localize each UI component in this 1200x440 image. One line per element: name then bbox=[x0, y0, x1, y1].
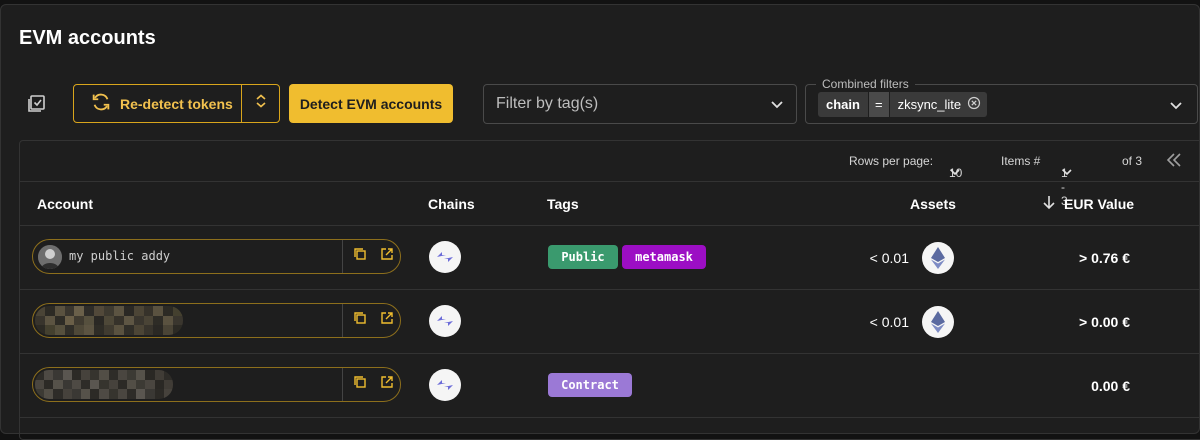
external-link-icon[interactable] bbox=[380, 247, 394, 266]
table-row: my public addy Public metamask < 0.01 > … bbox=[20, 226, 1200, 290]
header-eur-value[interactable]: EUR Value bbox=[1042, 194, 1134, 213]
account-actions bbox=[342, 304, 400, 337]
header-eur-value-label: EUR Value bbox=[1064, 195, 1135, 212]
eur-value: > 0.00 € bbox=[1079, 314, 1130, 330]
chevron-down-icon bbox=[770, 97, 784, 116]
copy-icon[interactable] bbox=[353, 375, 367, 394]
copy-icon[interactable] bbox=[353, 247, 367, 266]
pagination-bar: Rows per page: 10 Items # 1 - 3 of 3 bbox=[20, 141, 1200, 208]
ethereum-icon[interactable] bbox=[922, 306, 954, 338]
redetect-tokens-label: Re-detect tokens bbox=[120, 95, 233, 112]
assets-value: < 0.01 bbox=[869, 314, 909, 330]
copy-icon[interactable] bbox=[353, 311, 367, 330]
redacted-account-name bbox=[35, 306, 183, 335]
refresh-icon bbox=[90, 91, 112, 116]
redacted-account-name bbox=[35, 370, 173, 399]
redetect-options-toggle[interactable] bbox=[242, 85, 279, 122]
eur-value: > 0.76 € bbox=[1079, 250, 1130, 266]
header-assets: Assets bbox=[910, 196, 956, 212]
header-tags: Tags bbox=[547, 196, 579, 212]
zksync-chain-icon bbox=[429, 241, 461, 273]
tag-filter-select[interactable]: Filter by tag(s) bbox=[483, 84, 797, 124]
account-actions bbox=[342, 240, 400, 273]
combined-filters-label: Combined filters bbox=[816, 77, 915, 91]
eur-value: 0.00 € bbox=[1091, 378, 1130, 394]
account-pill[interactable] bbox=[32, 303, 401, 338]
items-label: Items # bbox=[1001, 154, 1041, 168]
unfold-icon bbox=[255, 94, 267, 113]
table-header: Account Chains Tags Assets EUR Value bbox=[20, 181, 1200, 226]
external-link-icon[interactable] bbox=[380, 311, 394, 330]
redetect-tokens-button-group: Re-detect tokens bbox=[73, 84, 280, 123]
account-pill[interactable]: my public addy bbox=[32, 239, 401, 274]
accounts-table: Rows per page: 10 Items # 1 - 3 of 3 Acc… bbox=[19, 140, 1200, 440]
items-total: of 3 bbox=[1122, 154, 1143, 168]
select-all-icon[interactable] bbox=[26, 91, 50, 115]
close-circle-icon[interactable] bbox=[967, 96, 981, 113]
zksync-chain-icon bbox=[429, 369, 461, 401]
evm-accounts-card: EVM accounts Re-detect tokens Detect EVM… bbox=[0, 4, 1200, 440]
assets-value: < 0.01 bbox=[869, 250, 909, 266]
external-link-icon[interactable] bbox=[380, 375, 394, 394]
account-label: my public addy bbox=[69, 249, 171, 263]
table-row: Contract 0.00 € bbox=[20, 354, 1200, 418]
table-row: < 0.01 > 0.00 € bbox=[20, 290, 1200, 354]
avatar bbox=[38, 245, 62, 269]
chevron-down-icon bbox=[949, 166, 961, 181]
chevron-down-icon bbox=[1061, 166, 1073, 181]
filter-chip-operator: = bbox=[868, 92, 889, 117]
first-page-icon[interactable] bbox=[1165, 151, 1183, 172]
tag-public[interactable]: Public bbox=[548, 245, 618, 269]
chevron-down-icon[interactable] bbox=[1169, 98, 1183, 117]
tag-metamask[interactable]: metamask bbox=[622, 245, 706, 269]
tag-contract[interactable]: Contract bbox=[548, 373, 632, 397]
tag-filter-placeholder: Filter by tag(s) bbox=[496, 95, 599, 112]
header-account[interactable]: Account bbox=[37, 196, 93, 212]
header-chains: Chains bbox=[428, 196, 475, 212]
sort-arrow-icon bbox=[1042, 194, 1056, 213]
combined-filters-input[interactable]: Combined filters chain = zksync_lite bbox=[805, 77, 1198, 124]
rows-per-page-label: Rows per page: bbox=[849, 154, 934, 168]
page-title: EVM accounts bbox=[19, 27, 156, 49]
ethereum-icon[interactable] bbox=[922, 242, 954, 274]
zksync-chain-icon bbox=[429, 305, 461, 337]
filter-chip-key: chain bbox=[818, 92, 868, 117]
detect-evm-accounts-button[interactable]: Detect EVM accounts bbox=[289, 84, 453, 123]
account-actions bbox=[342, 368, 400, 401]
filter-chip-value: zksync_lite bbox=[897, 97, 962, 112]
redetect-tokens-button[interactable]: Re-detect tokens bbox=[74, 85, 242, 122]
filter-chip-value-wrap: zksync_lite bbox=[889, 92, 988, 117]
account-pill[interactable] bbox=[32, 367, 401, 402]
filter-chip: chain = zksync_lite bbox=[818, 92, 988, 117]
